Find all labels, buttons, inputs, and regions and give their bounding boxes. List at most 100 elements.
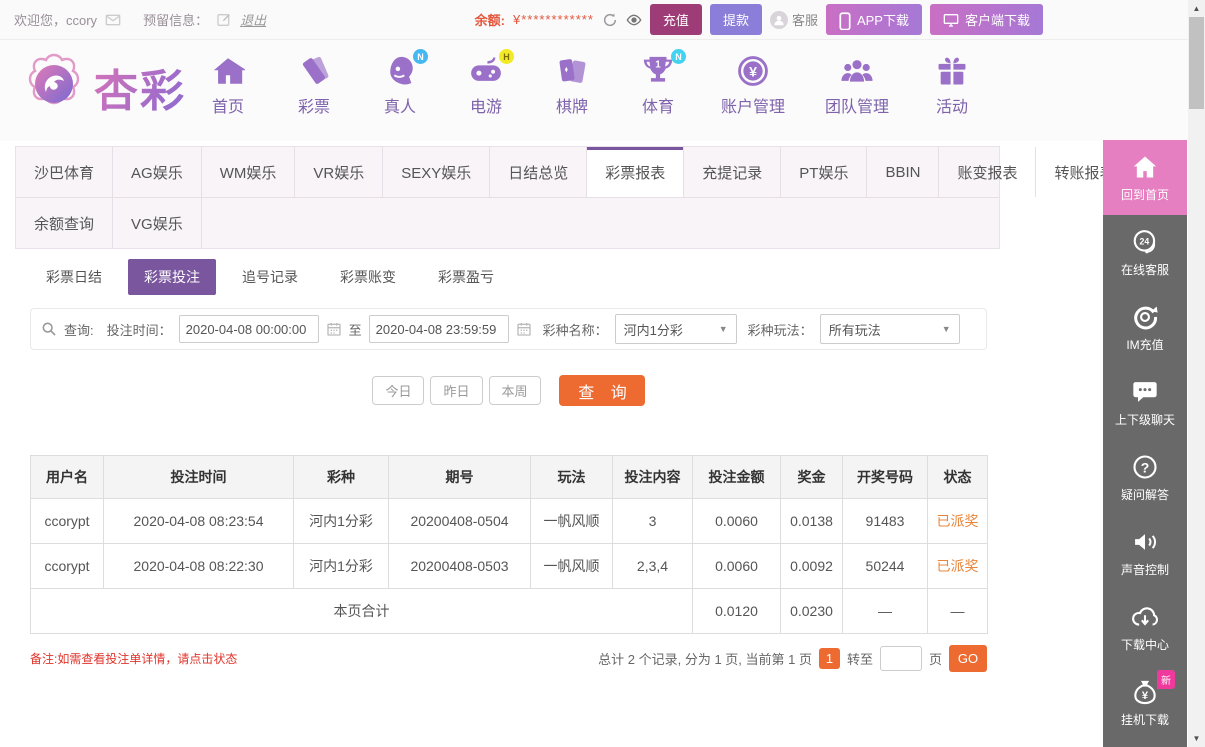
column-header: 玩法	[531, 456, 613, 499]
time-to-input[interactable]	[369, 315, 509, 343]
tab-充提记录[interactable]: 充提记录	[684, 147, 781, 197]
calendar-icon-2[interactable]	[516, 321, 532, 337]
table-cell: ccorypt	[31, 499, 104, 544]
main-nav-item[interactable]: 团队管理	[825, 54, 889, 117]
sidebar-item-IM充值[interactable]: IM充值	[1103, 290, 1187, 365]
go-button[interactable]: GO	[949, 645, 987, 672]
yesterday-button[interactable]: 昨日	[430, 376, 482, 405]
table-cell: 20200408-0504	[389, 499, 531, 544]
sidebar-item-label: 挂机下载	[1121, 711, 1169, 728]
week-button[interactable]: 本周	[489, 376, 541, 405]
bet-records-table: 用户名投注时间彩种期号玩法投注内容投注金额奖金开奖号码状态 ccorypt202…	[30, 455, 988, 634]
eye-icon[interactable]	[626, 12, 642, 28]
sidebar-item-疑问解答[interactable]: ?疑问解答	[1103, 440, 1187, 515]
search-button[interactable]: 查 询	[559, 375, 645, 406]
main-nav-item[interactable]: 彩票	[291, 54, 337, 117]
main-nav-item[interactable]: H 电游	[463, 54, 509, 117]
right-sidebar: 回到首页24在线客服IM充值上下级聊天?疑问解答声音控制下载中心¥新挂机下载	[1103, 140, 1187, 747]
svg-text:¥: ¥	[749, 64, 757, 80]
scrollbar[interactable]: ▲ ▼	[1188, 0, 1205, 747]
tab-日结总览[interactable]: 日结总览	[490, 147, 587, 197]
envelope-icon[interactable]	[105, 12, 121, 28]
screen: 欢迎您，ccory 预留信息： 退出 余额: ¥************ 充值 …	[0, 0, 1205, 747]
summary-row: 本页合计0.01200.0230——	[31, 589, 988, 634]
sidebar-item-声音控制[interactable]: 声音控制	[1103, 515, 1187, 590]
calendar-icon[interactable]	[326, 321, 342, 337]
tab-彩票报表[interactable]: 彩票报表	[587, 147, 684, 197]
sidebar-item-下载中心[interactable]: 下载中心	[1103, 590, 1187, 665]
tab-VR娱乐[interactable]: VR娱乐	[295, 147, 383, 197]
sidebar-item-上下级聊天[interactable]: 上下级聊天	[1103, 365, 1187, 440]
gamepad-icon: H	[469, 54, 503, 88]
main-nav-item[interactable]: 活动	[929, 54, 975, 117]
tab-余额查询[interactable]: 余额查询	[16, 198, 113, 248]
sidebar-item-在线客服[interactable]: 24在线客服	[1103, 215, 1187, 290]
client-download-button[interactable]: 客户端下载	[930, 4, 1043, 35]
table-cell: 2020-04-08 08:23:54	[104, 499, 294, 544]
subtab-追号记录[interactable]: 追号记录	[226, 259, 314, 295]
lottery-ticket-icon	[297, 54, 331, 88]
page-unit-label: 页	[929, 649, 942, 668]
quick-range-row: 今日 昨日 本周 查 询	[30, 375, 987, 406]
sidebar-item-挂机下载[interactable]: ¥新挂机下载	[1103, 665, 1187, 740]
main-nav-item[interactable]: 棋牌	[549, 54, 595, 117]
tab-BBIN[interactable]: BBIN	[867, 147, 939, 197]
sidebar-item-回到首页[interactable]: 回到首页	[1103, 140, 1187, 215]
query-label: 查询:	[64, 320, 94, 339]
main-nav-item[interactable]: ¥账户管理	[721, 54, 785, 117]
play-type-select[interactable]: 所有玩法 ▼	[820, 314, 960, 344]
table-cell: 一帆风顺	[531, 544, 613, 589]
welcome-text: 欢迎您，ccory	[14, 10, 97, 29]
main-nav-label: 首页	[212, 93, 244, 117]
refresh-icon[interactable]	[602, 12, 618, 28]
scroll-down-arrow-icon[interactable]: ▼	[1188, 730, 1205, 747]
tab-SEXY娱乐[interactable]: SEXY娱乐	[383, 147, 490, 197]
service-link[interactable]: 客服	[770, 10, 818, 29]
status-cell[interactable]: 已派奖	[928, 544, 988, 589]
tab-账变报表[interactable]: 账变报表	[939, 147, 1036, 197]
pagination: 总计 2 个记录, 分为 1 页, 当前第 1 页 1 转至 页 GO	[598, 645, 987, 672]
cards-icon	[555, 54, 589, 88]
main-nav-item[interactable]: 1N体育	[635, 54, 681, 117]
sound-icon	[1131, 528, 1159, 556]
page-1-button[interactable]: 1	[819, 648, 840, 669]
goto-page-input[interactable]	[880, 646, 922, 671]
subtab-彩票盈亏[interactable]: 彩票盈亏	[422, 259, 510, 295]
column-header: 期号	[389, 456, 531, 499]
table-row: ccorypt2020-04-08 08:23:54河内1分彩20200408-…	[31, 499, 988, 544]
tab-WM娱乐[interactable]: WM娱乐	[202, 147, 296, 197]
withdraw-button[interactable]: 提款	[710, 4, 762, 35]
new-badge: 新	[1157, 670, 1175, 689]
table-cell: ccorypt	[31, 544, 104, 589]
scroll-up-arrow-icon[interactable]: ▲	[1188, 0, 1205, 17]
nav-badge: N	[413, 49, 428, 64]
report-tabstrip: 沙巴体育AG娱乐WM娱乐VR娱乐SEXY娱乐日结总览彩票报表充提记录PT娱乐BB…	[15, 146, 1000, 249]
service-label: 客服	[792, 10, 818, 29]
time-from-input[interactable]	[179, 315, 319, 343]
table-cell: 0.0092	[781, 544, 843, 589]
subtab-彩票投注[interactable]: 彩票投注	[128, 259, 216, 295]
site-header: 杏彩 首页 彩票 N真人 H 电游 棋牌 1N体育 ¥账户管理团队管理活动	[0, 40, 1188, 141]
lottery-select[interactable]: 河内1分彩 ▼	[615, 314, 737, 344]
tab-AG娱乐[interactable]: AG娱乐	[113, 147, 202, 197]
main-nav-item[interactable]: 首页	[205, 54, 251, 117]
logout-link[interactable]: 退出	[240, 10, 266, 29]
recharge-button[interactable]: 充值	[650, 4, 702, 35]
today-button[interactable]: 今日	[372, 376, 424, 405]
column-header: 彩种	[294, 456, 389, 499]
question-icon: ?	[1131, 453, 1159, 481]
brand-logo[interactable]: 杏彩	[22, 52, 186, 121]
tab-PT娱乐[interactable]: PT娱乐	[781, 147, 867, 197]
main-nav-item[interactable]: N真人	[377, 54, 423, 117]
subtab-彩票账变[interactable]: 彩票账变	[324, 259, 412, 295]
edit-icon[interactable]	[216, 12, 232, 28]
tab-沙巴体育[interactable]: 沙巴体育	[16, 147, 113, 197]
subtab-彩票日结[interactable]: 彩票日结	[30, 259, 118, 295]
tab-VG娱乐[interactable]: VG娱乐	[113, 198, 202, 248]
app-download-button[interactable]: APP下载	[826, 4, 922, 35]
main-nav-label: 电游	[470, 93, 502, 117]
tabs-row-1: 沙巴体育AG娱乐WM娱乐VR娱乐SEXY娱乐日结总览彩票报表充提记录PT娱乐BB…	[16, 147, 999, 197]
main-nav: 首页 彩票 N真人 H 电游 棋牌 1N体育 ¥账户管理团队管理活动	[205, 54, 1018, 117]
status-cell[interactable]: 已派奖	[928, 499, 988, 544]
scrollbar-thumb[interactable]	[1189, 17, 1204, 109]
